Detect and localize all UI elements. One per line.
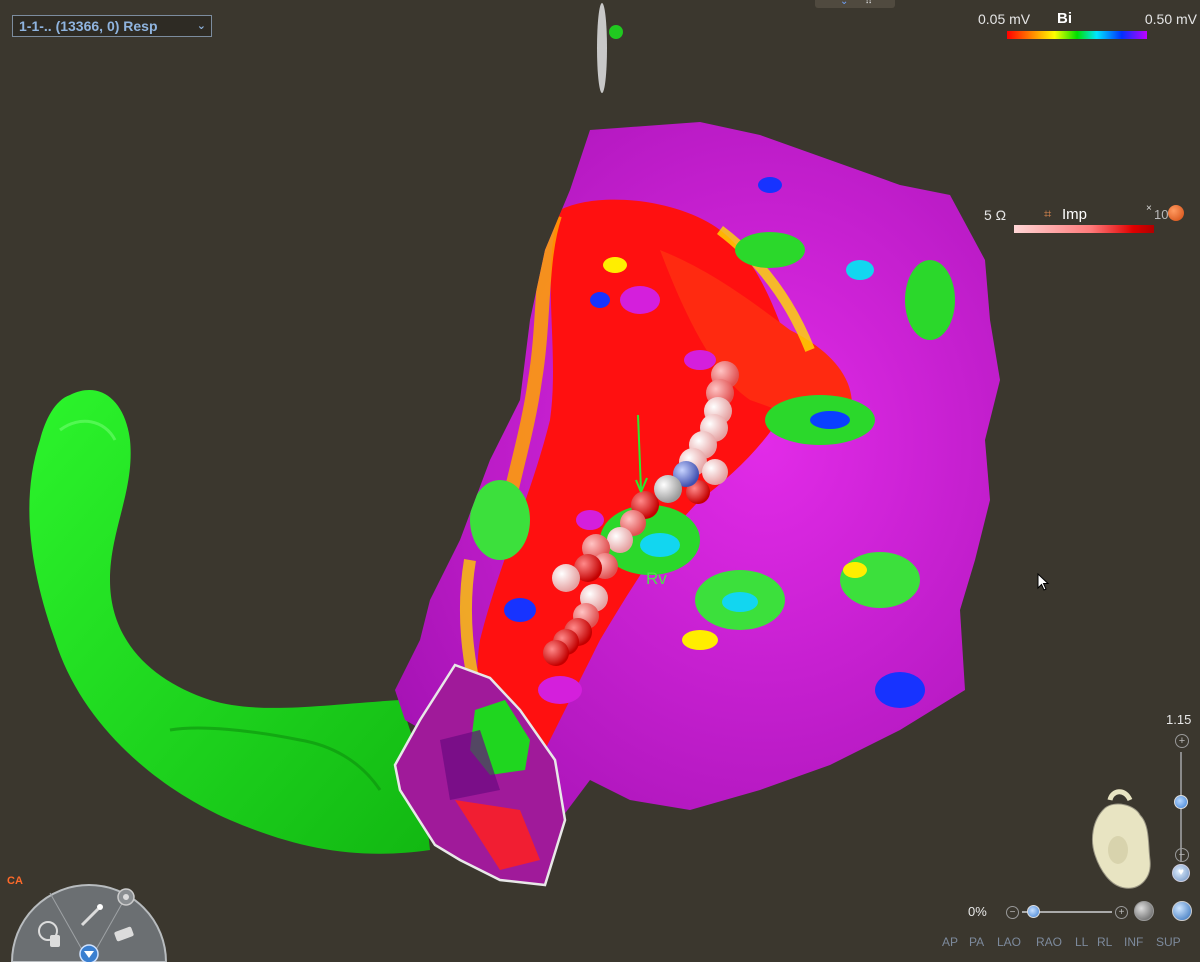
view-rl[interactable]: RL — [1097, 935, 1112, 949]
filter-icon[interactable] — [79, 944, 99, 962]
view-rao[interactable]: RAO — [1036, 935, 1062, 949]
green-vessel — [29, 390, 431, 854]
heart-orientation-icon — [1092, 789, 1151, 889]
imp-min-value: 5 Ω — [984, 207, 1007, 223]
legend-name: Bi — [1057, 10, 1072, 27]
legend-max-value: 0.50 mV — [1144, 11, 1197, 27]
sphere-view-button[interactable] — [1134, 901, 1154, 921]
voltage-color-bar — [1007, 31, 1147, 39]
settings-icon[interactable] — [117, 888, 135, 906]
zoom-value: 1.15 — [1166, 712, 1192, 727]
opacity-decrease-button[interactable]: − — [1006, 906, 1019, 919]
impedance-color-bar — [1014, 225, 1154, 233]
tag-pin-icon[interactable] — [1168, 205, 1184, 221]
chevron-down-icon[interactable]: ⌄ — [840, 0, 848, 7]
map-selector-dropdown[interactable]: 1-1-.. (13366, 0) Resp ⌄ — [12, 15, 212, 37]
opacity-increase-button[interactable]: + — [1115, 906, 1128, 919]
map-selector-label: 1-1-.. (13366, 0) Resp — [19, 18, 158, 34]
opacity-slider-handle[interactable] — [1027, 905, 1040, 918]
view-ll[interactable]: LL — [1075, 935, 1088, 949]
zoom-out-button[interactable]: − — [1175, 848, 1189, 862]
bipolar-voltage-legend: 0.05 mV Bi 0.50 mV — [975, 10, 1197, 44]
heart-view-button[interactable]: ♥ — [1172, 864, 1190, 882]
model-label: Rv — [646, 569, 667, 588]
grid-icon[interactable]: ⌗ — [1044, 206, 1051, 222]
view-pa[interactable]: PA — [969, 935, 984, 949]
chevron-down-icon: ⌄ — [196, 20, 206, 32]
imp-legend-name: Imp — [1062, 206, 1088, 223]
view-ap[interactable]: AP — [942, 935, 958, 949]
mouse-cursor-icon — [1037, 573, 1050, 591]
anatomy-3d-view[interactable]: Rv — [0, 0, 1200, 962]
imp-max-value: 10 — [1154, 207, 1169, 222]
zoom-in-button[interactable]: + — [1175, 734, 1189, 748]
tool-hub[interactable] — [10, 875, 168, 962]
view-inf[interactable]: INF — [1124, 935, 1143, 949]
grip-icon[interactable]: ⠿ — [865, 0, 873, 7]
view-lao[interactable]: LAO — [997, 935, 1021, 949]
legend-min-value: 0.05 mV — [978, 11, 1031, 27]
view-presets: AP PA LAO RAO LL RL INF SUP — [942, 935, 1192, 951]
globe-rotate-button[interactable] — [1172, 901, 1192, 921]
top-toolbar-stub[interactable]: ⌄ ⠿ — [815, 0, 895, 8]
impedance-legend: 5 Ω ⌗ Imp × 10 — [980, 203, 1200, 239]
view-sup[interactable]: SUP — [1156, 935, 1181, 949]
close-icon[interactable]: × — [1146, 203, 1152, 214]
opacity-value: 0% — [968, 904, 987, 919]
